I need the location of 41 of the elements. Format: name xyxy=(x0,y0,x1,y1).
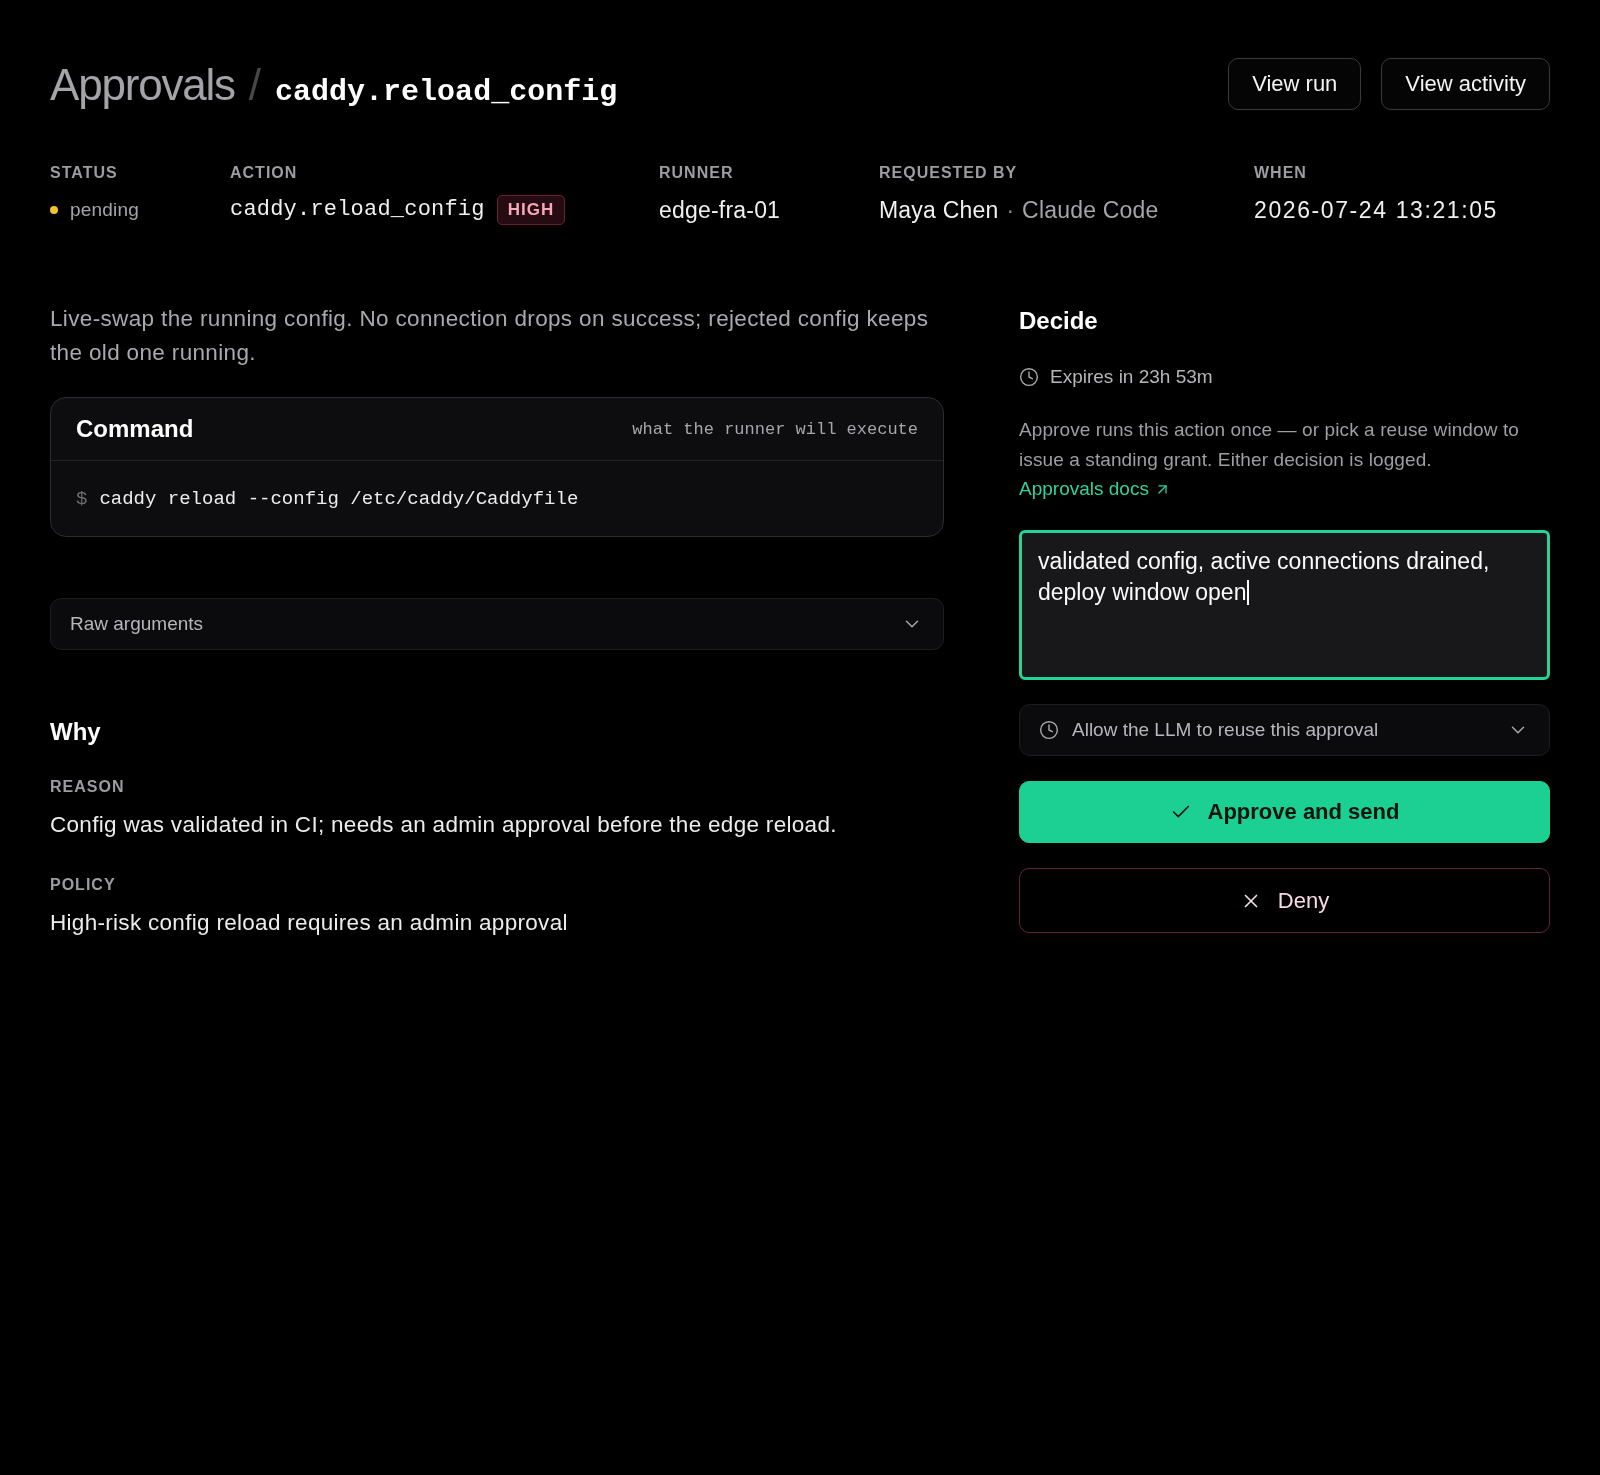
meta-label: WHEN xyxy=(1254,164,1308,182)
risk-badge: HIGH xyxy=(496,195,566,225)
meta-label: RUNNER xyxy=(659,164,735,182)
field-label: POLICY xyxy=(50,876,117,894)
runner-value: edge-fra-01 xyxy=(659,196,781,225)
requester-agent: Claude Code xyxy=(1022,196,1159,225)
requester-name: Maya Chen xyxy=(879,196,999,225)
header-button[interactable]: View run xyxy=(1228,58,1362,110)
comment-field[interactable]: validated config, active connections drained, deploy window open xyxy=(1019,530,1550,680)
reuse-dropdown[interactable]: Allow the LLM to reuse this approval xyxy=(1019,704,1550,756)
card-hint: what the runner will execute xyxy=(632,419,918,439)
text-cursor-icon xyxy=(1247,580,1250,605)
dropdown-label: Allow the LLM to reuse this approval xyxy=(1072,719,1379,741)
deny-button[interactable]: Deny xyxy=(1019,868,1550,933)
clock-icon xyxy=(1019,367,1039,387)
timestamp-value: 2026-07-24 13:21:05 xyxy=(1254,196,1498,225)
command-text: caddy reload --config /etc/caddy/Caddyfile xyxy=(99,487,579,510)
breadcrumb-link[interactable]: Approvals xyxy=(50,63,235,107)
field-value: Config was validated in CI; needs an admin approval before the edge reload. xyxy=(50,811,838,839)
action-value: caddy.reload_config xyxy=(230,196,485,224)
meta-label: STATUS xyxy=(50,164,119,182)
card-title: Command xyxy=(76,415,194,443)
status-value: pending xyxy=(70,198,140,222)
meta-label: REQUESTED BY xyxy=(879,164,1019,182)
section-title: Decide xyxy=(1019,306,1099,336)
field-value: High-risk config reload requires an admin approval xyxy=(50,909,569,937)
breadcrumb-separator: / xyxy=(248,63,262,107)
expiry-text: Expires in 23h 53m xyxy=(1050,366,1213,388)
meta-label: ACTION xyxy=(230,164,299,182)
approve-button[interactable]: Approve and send xyxy=(1019,781,1550,843)
raw-arguments-toggle[interactable]: Raw arguments xyxy=(50,598,944,650)
name-separator: · xyxy=(1006,196,1015,224)
shell-prompt: $ xyxy=(76,487,88,510)
action-description: Live-swap the running config. No connection drops on success; rejected config keeps the old one running. xyxy=(50,305,930,367)
clock-icon xyxy=(1039,720,1059,740)
decision-note: Approve runs this action once — or pick a reuse window to issue a standing grant. Either decision is logged. xyxy=(1019,418,1520,472)
field-label: REASON xyxy=(50,778,126,796)
header-button[interactable]: View activity xyxy=(1381,58,1550,110)
section-title: Why xyxy=(50,717,102,747)
docs-link[interactable]: Approvals docs xyxy=(1019,474,1171,504)
page-title: caddy.reload_config xyxy=(275,77,618,107)
